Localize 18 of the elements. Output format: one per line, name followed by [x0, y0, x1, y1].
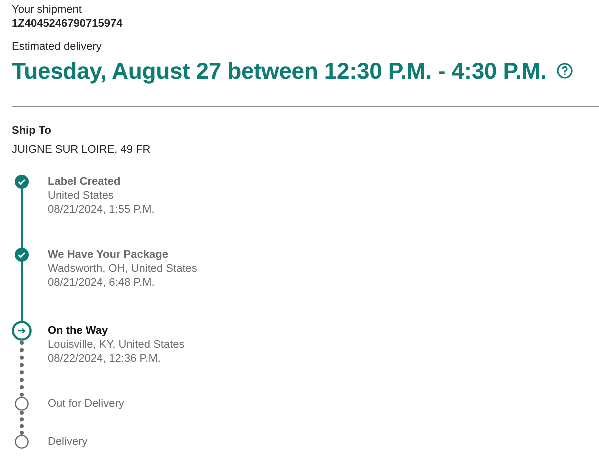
step-title: Out for Delivery — [48, 397, 124, 411]
shipment-label: Your shipment — [12, 3, 83, 17]
step-location: Wadsworth, OH, United States — [48, 262, 198, 276]
step-title: Delivery — [48, 435, 88, 449]
step-title: We Have Your Package — [48, 248, 170, 262]
step-time: 08/21/2024, 1:55 P.M. — [48, 203, 155, 217]
step-time: 08/21/2024, 6:48 P.M. — [48, 276, 156, 290]
step-title: On the Way — [48, 324, 110, 338]
delivery-label: Estimated delivery — [12, 40, 103, 54]
tracking-number: 1Z4045246790715974 — [12, 17, 124, 31]
delivery-date: Tuesday, August 27 between 12:30 P.M. - 4:30 P.M. — [12, 57, 547, 86]
step-time: 08/22/2024, 12:36 P.M. — [48, 352, 162, 366]
step-title: Label Created — [48, 175, 122, 189]
help-icon[interactable] — [556, 63, 573, 79]
ship-to-address: JUIGNE SUR LOIRE, 49 FR — [12, 143, 152, 157]
step-location: Louisville, KY, United States — [48, 338, 185, 352]
ship-to-label: Ship To — [12, 124, 53, 138]
step-location: United States — [48, 189, 116, 203]
